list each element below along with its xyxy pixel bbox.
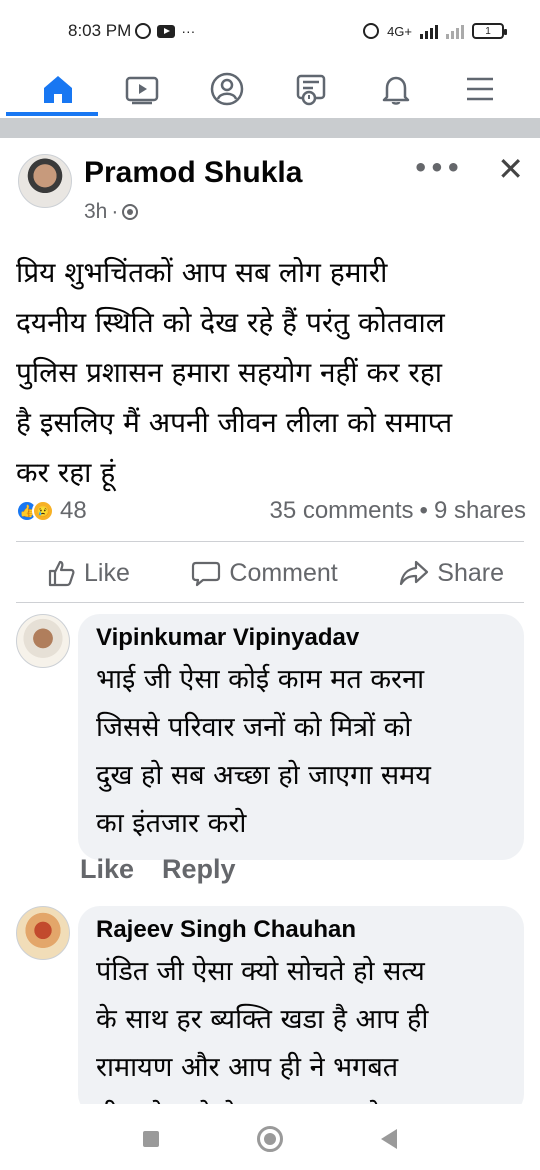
share-label: Share [437,558,504,587]
home-icon [44,76,72,103]
globe-icon [122,204,139,220]
comment-text: भाई जी ऐसा कोई काम मत करना जिससे परिवार … [96,656,510,848]
like-label: Like [84,558,130,587]
comment-text-line: भाई जी ऐसा कोई काम मत करना [96,664,425,695]
comment-text-line: जिससे परिवार जनों को मित्रों को [96,712,412,743]
comment-text-line: दुख हो सब अच्छा हो जाएगा समय [96,760,431,791]
shares-count[interactable]: 9 shares [434,497,526,525]
reactions-row: 👍 😢 48 35 comments • 9 shares [16,494,526,528]
comment-bubble[interactable]: Rajeev Singh Chauhan पंडित जी ऐसा क्यो स… [78,906,524,1116]
top-nav [0,62,540,116]
comment-bubble[interactable]: Vipinkumar Vipinyadav भाई जी ऐसा कोई काम… [78,614,524,860]
comment-button[interactable]: Comment [191,558,338,588]
back-icon[interactable] [381,1129,397,1149]
comment-author[interactable]: Rajeev Singh Chauhan [96,916,510,944]
post-body: प्रिय शुभचिंतकों आप सब लोग हमारी दयनीय स… [16,248,526,498]
feed-separator [0,118,540,138]
comment-text-line: का इंतजार करो [96,808,247,839]
post-action-bar: Like Comment Share [16,544,524,602]
post-time[interactable]: 3h [84,200,107,224]
system-nav-bar [0,1108,540,1170]
like-button[interactable]: Like [46,558,130,588]
stats-separator: • [419,497,428,524]
more-options-icon[interactable]: ••• [413,154,462,182]
tab-news-feed[interactable] [277,62,345,116]
commenter-avatar[interactable] [16,906,70,960]
share-button[interactable]: Share [399,558,504,588]
post-text-line: पुलिस प्रशासन हमारा सहयोग नहीं कर रहा [16,356,442,389]
share-arrow-icon [400,560,429,586]
comment-text-line: रामायण और आप ही ने भगबत [96,1052,399,1083]
recent-apps-icon[interactable] [143,1131,159,1147]
tab-menu[interactable] [446,62,514,116]
post-meta: 3h · [84,200,139,224]
post-author-name[interactable]: Pramod Shukla [84,156,302,190]
thumbs-up-icon [48,560,75,587]
whatsapp-icon [135,23,152,39]
post-text-line: दयनीय स्थिति को देख रहे हैं परंतु कोतवाल [16,306,445,339]
post-text-line: प्रिय शुभचिंतकों आप सब लोग हमारी [16,256,388,289]
video-icon [126,76,159,105]
comment-like-button[interactable]: Like [80,854,134,885]
comment-text-line: पंडित जी ऐसा क्यो सोचते हो सत्य [96,956,425,987]
news-feed-icon [296,74,326,106]
meta-separator: · [111,200,119,223]
profile-icon [210,72,244,106]
post-text-line: कर रहा हूं [16,456,116,489]
signal-weak-icon [446,23,464,39]
divider [16,541,524,542]
status-notification-icons: ··· [135,23,195,39]
comment-text: पंडित जी ऐसा क्यो सोचते हो सत्य के साथ ह… [96,948,510,1116]
post-header: Pramod Shukla 3h · ••• ✕ [18,150,528,230]
comment-label: Comment [229,558,338,587]
youtube-icon [157,24,176,38]
engagement-stats: 35 comments • 9 shares [269,497,526,525]
home-button-icon[interactable] [257,1126,283,1152]
comment-text-line: के साथ हर ब्यक्ति खडा है आप ही [96,1004,429,1035]
commenter-avatar[interactable] [16,614,70,668]
tab-notifications[interactable] [362,62,430,116]
reaction-count[interactable]: 48 [60,497,87,525]
network-label: 4G+ [387,23,412,39]
menu-icon [466,77,493,101]
signal-icon [420,23,438,39]
bell-icon [382,76,409,105]
post-text-line: है इसलिए मैं अपनी जीवन लीला को समाप्त [16,406,453,439]
status-system-icons: 4G+ 1 [363,23,507,39]
tab-profile[interactable] [193,62,261,116]
comment-author[interactable]: Vipinkumar Vipinyadav [96,624,510,652]
comment-bubble-icon [192,561,221,587]
tab-video[interactable] [108,62,176,116]
author-avatar[interactable] [18,154,72,208]
status-bar: 8:03 PM ··· 4G+ 1 [0,0,540,62]
overflow-dots-icon: ··· [181,23,196,39]
comment-reply-button[interactable]: Reply [162,854,236,885]
status-time: 8:03 PM [68,21,132,40]
comments-count[interactable]: 35 comments [269,497,413,525]
alarm-icon [363,23,380,39]
tab-home[interactable] [6,62,98,116]
sad-reaction-icon[interactable]: 😢 [32,500,54,522]
divider [16,602,524,603]
close-icon[interactable]: ✕ [497,150,524,188]
battery-icon: 1 [472,23,507,39]
comment-actions: Like Reply [80,854,236,885]
battery-level: 1 [485,25,491,37]
